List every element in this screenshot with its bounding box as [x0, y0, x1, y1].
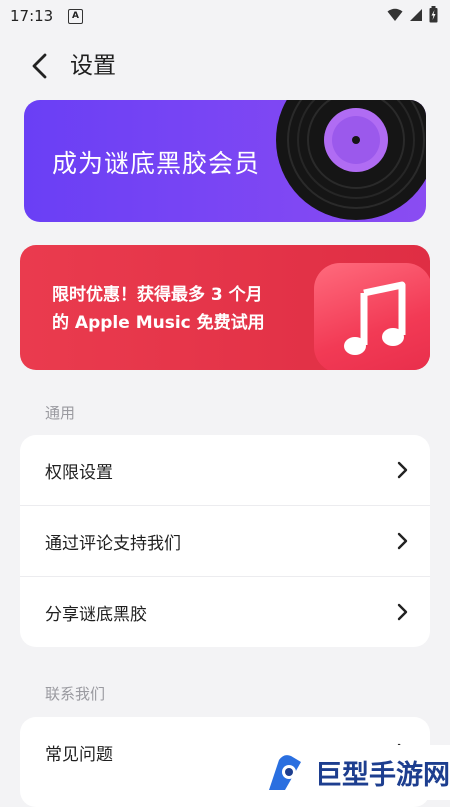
section-label-general: 通用 [45, 404, 76, 422]
vip-membership-banner[interactable]: 成为谜底黑胶会员 [24, 100, 426, 222]
general-settings-group: 权限设置 通过评论支持我们 分享谜底黑胶 [20, 435, 430, 647]
permission-settings-item[interactable]: 权限设置 [20, 435, 430, 506]
back-button[interactable] [26, 50, 56, 82]
apple-music-logo [314, 263, 430, 370]
status-time: 17:13 [10, 7, 54, 25]
apple-promo-line1: 限时优惠！获得最多 3 个月 [52, 285, 263, 305]
wifi-icon [387, 8, 403, 21]
chevron-right-icon [397, 532, 408, 550]
chevron-left-icon [32, 53, 47, 79]
notification-icon: A [68, 9, 83, 24]
share-app-item[interactable]: 分享谜底黑胶 [20, 577, 430, 647]
chevron-right-icon [397, 603, 408, 621]
section-label-contact: 联系我们 [45, 685, 106, 703]
status-bar: 17:13 A [0, 0, 450, 32]
apple-music-promo-banner[interactable]: 限时优惠！获得最多 3 个月 的 Apple Music 免费试用 [20, 245, 430, 370]
top-bar: 设置 [0, 42, 450, 90]
list-item-label: 通过评论支持我们 [45, 533, 181, 554]
vip-banner-text: 成为谜底黑胶会员 [52, 149, 261, 178]
page-title: 设置 [70, 53, 116, 79]
apple-promo-line2: 的 Apple Music 免费试用 [52, 313, 265, 333]
site-watermark: 巨型手游网 [255, 745, 450, 800]
chevron-right-icon [397, 461, 408, 479]
apple-promo-text: 限时优惠！获得最多 3 个月 的 Apple Music 免费试用 [52, 281, 265, 337]
support-by-review-item[interactable]: 通过评论支持我们 [20, 506, 430, 577]
list-item-label: 常见问题 [45, 744, 113, 765]
watermark-text: 巨型手游网 [315, 760, 450, 791]
music-note-icon [344, 281, 406, 355]
signal-icon [410, 8, 422, 21]
watermark-logo-icon [269, 754, 301, 790]
battery-icon [429, 6, 438, 23]
list-item-label: 权限设置 [45, 462, 113, 483]
list-item-label: 分享谜底黑胶 [45, 604, 147, 625]
system-icons [387, 6, 438, 23]
vinyl-record-icon [276, 100, 426, 220]
